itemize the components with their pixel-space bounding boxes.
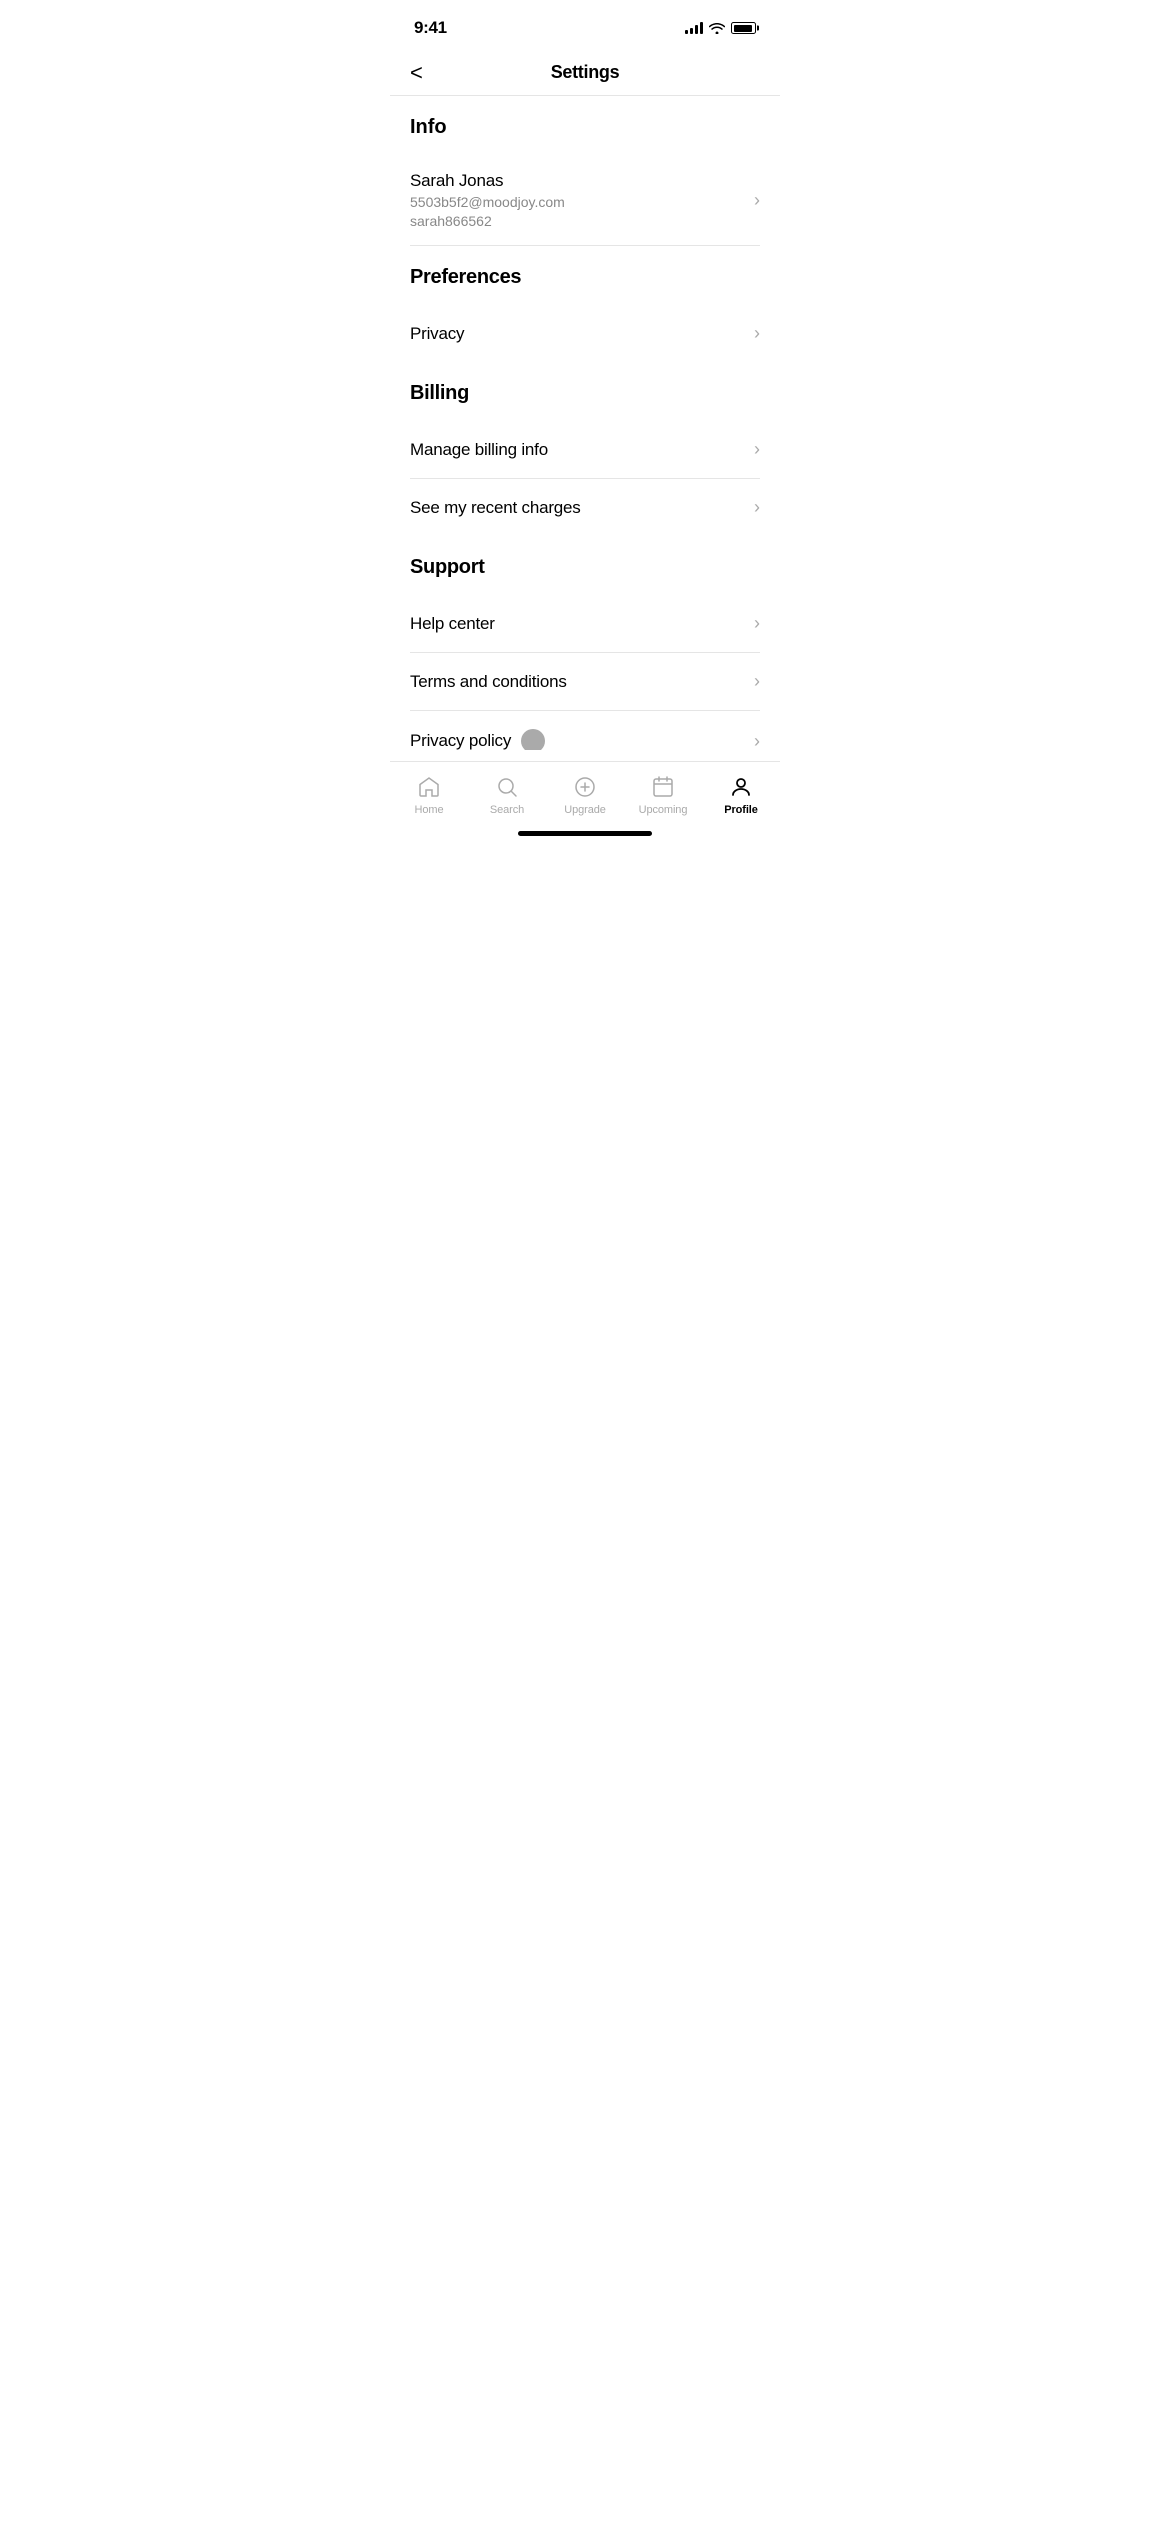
- recent-charges-item[interactable]: See my recent charges ›: [410, 479, 760, 536]
- help-center-item[interactable]: Help center ›: [410, 595, 760, 653]
- support-section: Support Help center › Terms and conditio…: [390, 536, 780, 750]
- support-section-title: Support: [410, 556, 760, 579]
- manage-billing-label: Manage billing info: [410, 440, 548, 459]
- nav-item-search[interactable]: Search: [468, 774, 546, 816]
- home-indicator: [518, 831, 652, 836]
- preferences-section: Preferences Privacy ›: [390, 246, 780, 362]
- home-label: Home: [415, 804, 444, 816]
- billing-section-title: Billing: [410, 382, 760, 405]
- chevron-icon: ›: [754, 323, 760, 344]
- content: Info Sarah Jonas 5503b5f2@moodjoy.com sa…: [390, 96, 780, 750]
- recent-charges-label: See my recent charges: [410, 498, 581, 517]
- privacy-item[interactable]: Privacy ›: [410, 305, 760, 362]
- user-name: Sarah Jonas: [410, 171, 744, 191]
- billing-list: Manage billing info › See my recent char…: [410, 421, 760, 536]
- page-title: Settings: [551, 62, 620, 83]
- chevron-icon: ›: [754, 671, 760, 692]
- nav-item-profile[interactable]: Profile: [702, 774, 780, 816]
- status-icons: [685, 22, 756, 34]
- upcoming-label: Upcoming: [639, 804, 688, 816]
- user-info-content: Sarah Jonas 5503b5f2@moodjoy.com sarah86…: [410, 171, 744, 229]
- nav-item-home[interactable]: Home: [390, 774, 468, 816]
- header: < Settings: [390, 50, 780, 96]
- user-info-item[interactable]: Sarah Jonas 5503b5f2@moodjoy.com sarah86…: [410, 155, 760, 246]
- wifi-icon: [709, 22, 725, 34]
- bottom-nav: Home Search Upgrade: [390, 761, 780, 844]
- privacy-policy-label: Privacy policy: [410, 731, 511, 750]
- terms-item[interactable]: Terms and conditions ›: [410, 653, 760, 711]
- signal-icon: [685, 22, 703, 34]
- preferences-section-title: Preferences: [410, 266, 760, 289]
- preferences-list: Privacy ›: [410, 305, 760, 362]
- status-time: 9:41: [414, 18, 447, 38]
- privacy-policy-item[interactable]: Privacy policy ›: [410, 711, 760, 750]
- terms-label: Terms and conditions: [410, 672, 567, 691]
- chevron-icon: ›: [754, 731, 760, 751]
- upcoming-icon: [650, 774, 676, 800]
- nav-item-upgrade[interactable]: Upgrade: [546, 774, 624, 816]
- billing-section: Billing Manage billing info › See my rec…: [390, 362, 780, 536]
- upgrade-icon: [572, 774, 598, 800]
- privacy-label: Privacy: [410, 324, 464, 343]
- nav-item-upcoming[interactable]: Upcoming: [624, 774, 702, 816]
- search-icon: [494, 774, 520, 800]
- status-bar: 9:41: [390, 0, 780, 50]
- back-button[interactable]: <: [410, 62, 423, 84]
- upgrade-label: Upgrade: [564, 804, 606, 816]
- battery-icon: [731, 22, 756, 34]
- user-username: sarah866562: [410, 213, 744, 229]
- home-icon: [416, 774, 442, 800]
- info-section: Info Sarah Jonas 5503b5f2@moodjoy.com sa…: [390, 96, 780, 246]
- user-email: 5503b5f2@moodjoy.com: [410, 194, 744, 210]
- chevron-icon: ›: [754, 190, 760, 211]
- manage-billing-item[interactable]: Manage billing info ›: [410, 421, 760, 479]
- chevron-icon: ›: [754, 439, 760, 460]
- support-list: Help center › Terms and conditions › Pri…: [410, 595, 760, 750]
- chevron-icon: ›: [754, 497, 760, 518]
- search-label: Search: [490, 804, 524, 816]
- chevron-icon: ›: [754, 613, 760, 634]
- profile-icon: [728, 774, 754, 800]
- info-section-title: Info: [410, 116, 760, 139]
- profile-label: Profile: [724, 804, 758, 816]
- help-center-label: Help center: [410, 614, 495, 633]
- privacy-badge: [521, 729, 545, 750]
